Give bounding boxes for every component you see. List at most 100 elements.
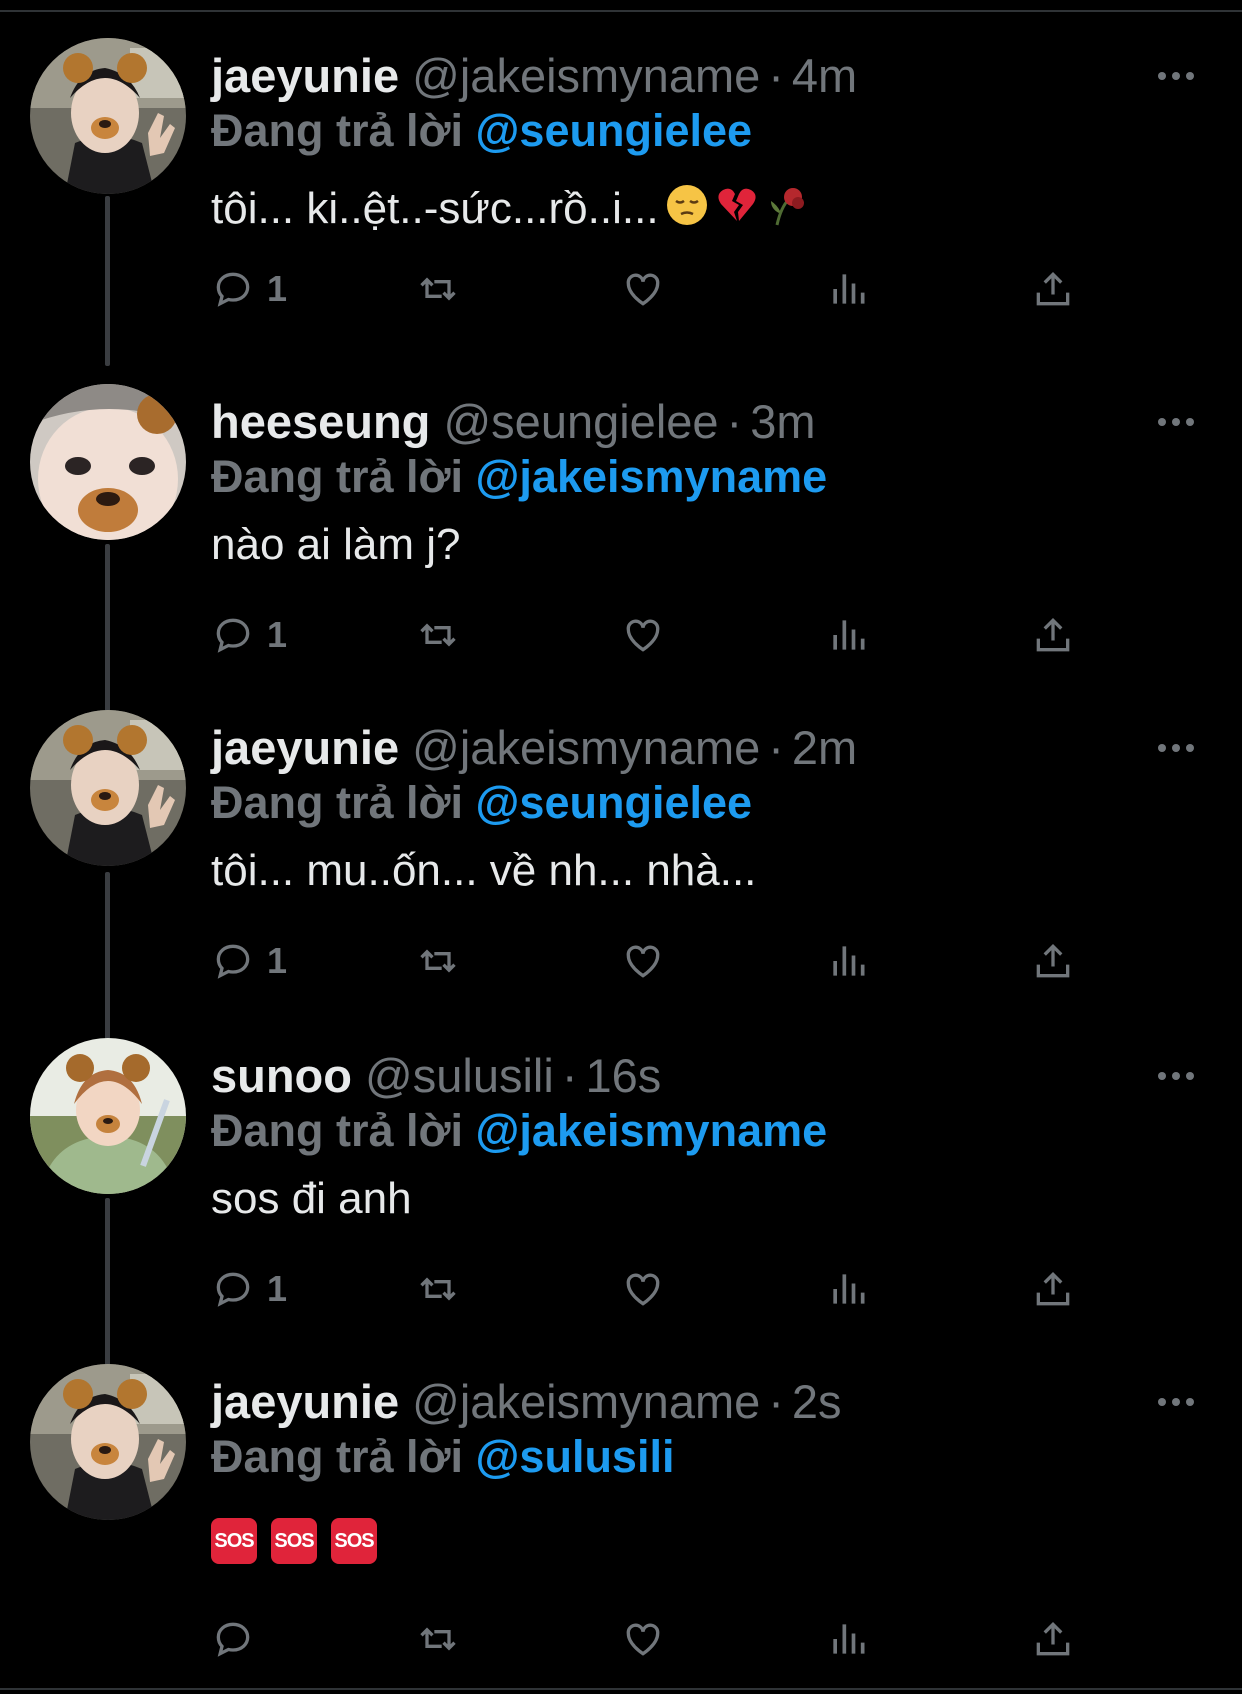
wilted-flower-emoji — [765, 183, 809, 240]
replying-to-handle[interactable]: @jakeismyname — [476, 451, 828, 502]
user-handle[interactable]: @sulusili — [365, 1049, 554, 1102]
more-icon[interactable] — [1158, 1398, 1198, 1412]
retweet-icon — [420, 1277, 456, 1301]
views-button[interactable] — [826, 1614, 870, 1664]
avatar[interactable] — [30, 710, 186, 866]
replying-to-handle[interactable]: @seungielee — [476, 105, 752, 156]
more-icon[interactable] — [1158, 744, 1198, 758]
more-icon[interactable] — [1158, 72, 1198, 86]
replying-to-label: Đang trả lời — [211, 1431, 464, 1482]
views-button[interactable] — [826, 936, 870, 986]
thread-line — [105, 196, 110, 366]
replying-to-label: Đang trả lời — [211, 1105, 464, 1156]
replying-to-handle[interactable]: @jakeismyname — [476, 1105, 828, 1156]
tweet-actions — [211, 1614, 1111, 1664]
more-icon[interactable] — [1158, 1072, 1198, 1086]
separator-dot: · — [768, 49, 784, 102]
replying-to-handle[interactable]: @seungielee — [476, 777, 752, 828]
display-name[interactable]: jaeyunie — [211, 721, 399, 774]
tweet-header: jaeyunie @jakeismyname · 4m — [211, 48, 857, 104]
avatar[interactable] — [30, 1038, 186, 1194]
reply-icon — [216, 1272, 250, 1307]
tweet-actions: 1 — [211, 264, 1111, 314]
reply-icon — [216, 618, 250, 653]
tweet-actions: 1 — [211, 1264, 1111, 1314]
views-button[interactable] — [826, 264, 870, 314]
retweet-icon — [420, 623, 456, 647]
avatar[interactable] — [30, 384, 186, 540]
tweet-text-content: nào ai làm j? — [211, 520, 461, 569]
user-handle[interactable]: @jakeismyname — [412, 721, 760, 774]
timestamp[interactable]: 2s — [792, 1375, 842, 1428]
replying-to-handle[interactable]: @sulusili — [476, 1431, 675, 1482]
reply-icon — [216, 272, 250, 307]
like-button[interactable] — [621, 1614, 665, 1664]
user-handle[interactable]: @seungielee — [443, 395, 718, 448]
reply-icon — [216, 944, 250, 979]
share-icon — [1036, 617, 1070, 652]
replying-to-label: Đang trả lời — [211, 451, 464, 502]
share-icon — [1036, 943, 1070, 978]
tweet-text: sos đi anh — [211, 1172, 412, 1226]
replying-to: Đang trả lời @seungielee — [211, 104, 752, 158]
replying-to-label: Đang trả lời — [211, 105, 464, 156]
reply-button[interactable]: 1 — [211, 610, 287, 660]
reply-count: 1 — [267, 614, 288, 655]
reply-button[interactable]: 1 — [211, 936, 287, 986]
views-icon — [833, 620, 865, 650]
sos-emoji: SOS — [331, 1518, 377, 1565]
share-button[interactable] — [1031, 264, 1075, 314]
retweet-icon — [420, 949, 456, 973]
share-icon — [1036, 1621, 1070, 1656]
like-icon — [626, 945, 660, 978]
like-button[interactable] — [621, 936, 665, 986]
display-name[interactable]: jaeyunie — [211, 49, 399, 102]
reply-button[interactable]: 1 — [211, 1264, 287, 1314]
share-button[interactable] — [1031, 1614, 1075, 1664]
tweet-text-content: tôi... ki..ệt..-sức...rồ..i... — [211, 184, 659, 233]
avatar[interactable] — [30, 38, 186, 194]
like-button[interactable] — [621, 264, 665, 314]
bottom-divider — [0, 1688, 1242, 1690]
display-name[interactable]: heeseung — [211, 395, 430, 448]
reply-button[interactable]: 1 — [211, 264, 287, 314]
display-name[interactable]: jaeyunie — [211, 1375, 399, 1428]
avatar[interactable] — [30, 1364, 186, 1520]
tweet-text: tôi... mu..ốn... về nh... nhà... — [211, 844, 756, 898]
tweet-text: SOS SOS SOS — [211, 1512, 391, 1566]
retweet-button[interactable] — [416, 1614, 460, 1664]
tweet-header: jaeyunie @jakeismyname · 2s — [211, 1374, 842, 1430]
separator-dot: · — [561, 1049, 578, 1102]
share-button[interactable] — [1031, 936, 1075, 986]
views-button[interactable] — [826, 1264, 870, 1314]
views-icon — [833, 274, 865, 304]
display-name[interactable]: sunoo — [211, 1049, 352, 1102]
separator-dot: · — [768, 721, 784, 774]
views-icon — [833, 1624, 865, 1654]
like-icon — [626, 1623, 660, 1656]
timestamp[interactable]: 16s — [585, 1049, 661, 1102]
retweet-button[interactable] — [416, 1264, 460, 1314]
like-button[interactable] — [621, 610, 665, 660]
reply-count: 1 — [267, 268, 288, 309]
share-button[interactable] — [1031, 1264, 1075, 1314]
retweet-button[interactable] — [416, 936, 460, 986]
reply-icon — [216, 1622, 250, 1657]
tweet-text-content: tôi... mu..ốn... về nh... nhà... — [211, 846, 757, 895]
share-button[interactable] — [1031, 610, 1075, 660]
sos-emoji: SOS — [271, 1518, 317, 1565]
user-handle[interactable]: @jakeismyname — [412, 1375, 760, 1428]
like-button[interactable] — [621, 1264, 665, 1314]
user-handle[interactable]: @jakeismyname — [412, 49, 760, 102]
views-button[interactable] — [826, 610, 870, 660]
tweet-actions: 1 — [211, 610, 1111, 660]
thread-line — [105, 872, 110, 1042]
timestamp[interactable]: 4m — [792, 49, 857, 102]
timestamp[interactable]: 2m — [792, 721, 857, 774]
retweet-button[interactable] — [416, 264, 460, 314]
more-icon[interactable] — [1158, 418, 1198, 432]
reply-button[interactable] — [211, 1614, 267, 1664]
retweet-button[interactable] — [416, 610, 460, 660]
timestamp[interactable]: 3m — [750, 395, 815, 448]
tweet-header: heeseung @seungielee · 3m — [211, 394, 816, 450]
